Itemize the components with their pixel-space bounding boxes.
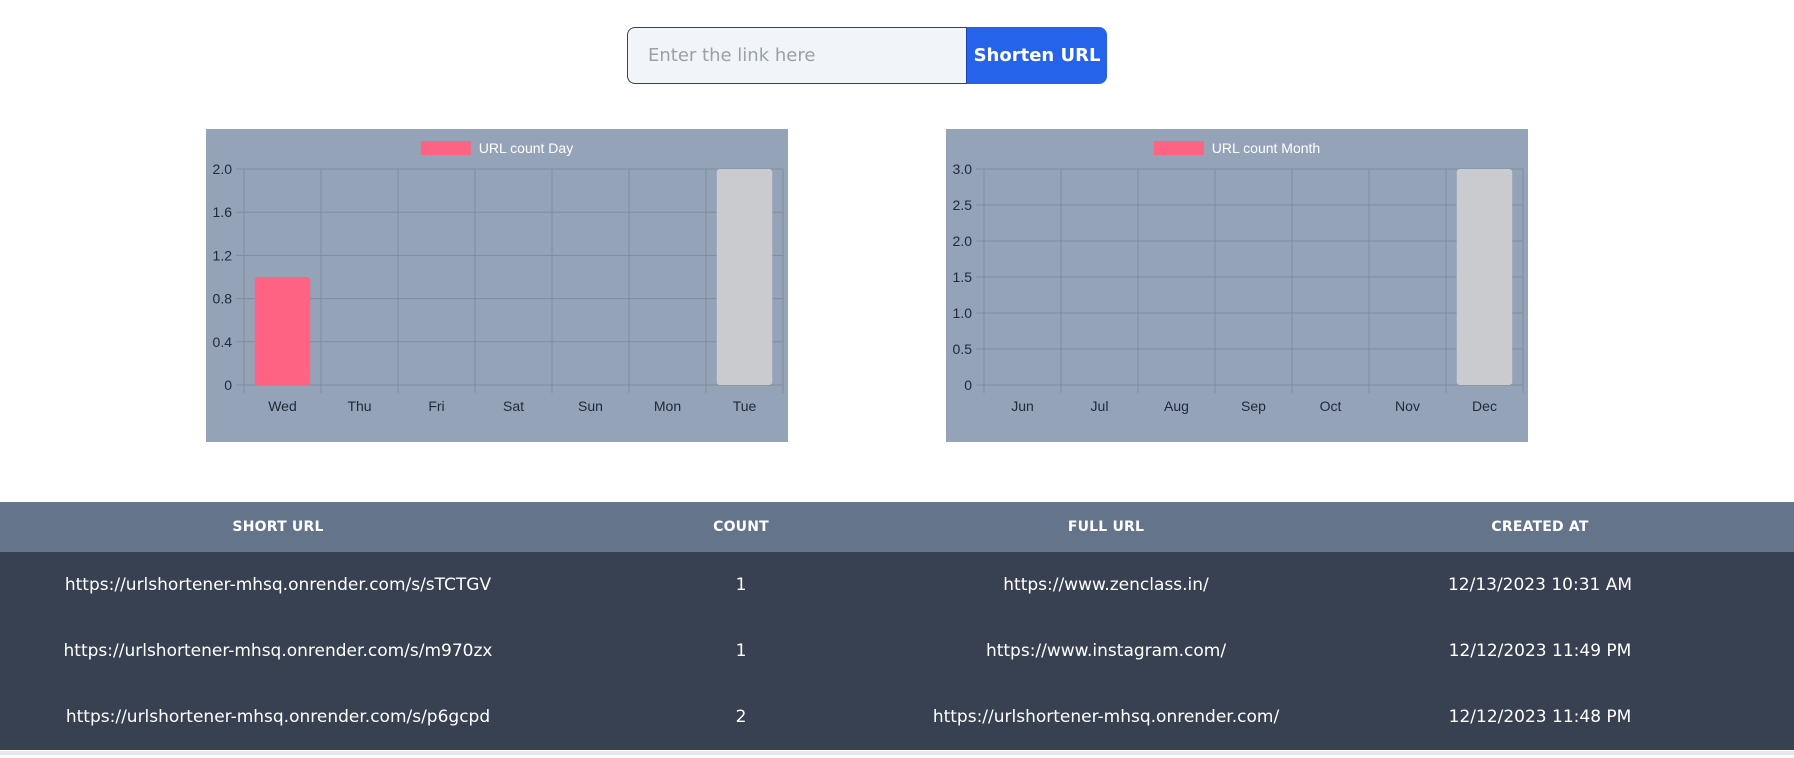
x-tick-label: Wed bbox=[268, 398, 297, 414]
y-tick-label: 0 bbox=[224, 377, 232, 393]
cell-created-at: 12/12/2023 11:48 PM bbox=[1448, 707, 1632, 727]
cell-full-url[interactable]: https://urlshortener-mhsq.onrender.com/ bbox=[926, 684, 1286, 750]
legend-swatch bbox=[420, 141, 471, 155]
x-tick-label: Tue bbox=[733, 398, 757, 414]
header-short-url: SHORT URL bbox=[232, 519, 324, 535]
x-tick-label: Nov bbox=[1395, 398, 1420, 414]
x-tick-label: Jun bbox=[1011, 398, 1034, 414]
cell-count: 1 bbox=[735, 575, 747, 595]
url-table-header: SHORT URL COUNT FULL URL CREATED AT bbox=[0, 502, 1794, 552]
x-tick-label: Fri bbox=[428, 398, 444, 414]
legend-swatch bbox=[1153, 141, 1204, 155]
x-tick-label: Thu bbox=[347, 398, 371, 414]
shorten-form: Shorten URL bbox=[627, 27, 1107, 84]
y-tick-label: 1.0 bbox=[953, 305, 973, 321]
cell-short-url[interactable]: https://urlshortener-mhsq.onrender.com/s… bbox=[0, 552, 556, 618]
x-tick-label: Aug bbox=[1164, 398, 1189, 414]
cell-created-at: 12/13/2023 10:31 AM bbox=[1447, 575, 1633, 595]
table-row: https://urlshortener-mhsq.onrender.com/s… bbox=[0, 618, 1794, 684]
cell-short-url[interactable]: https://urlshortener-mhsq.onrender.com/s… bbox=[0, 684, 556, 750]
app-root: Shorten URL URL count Day 0 0.4 0.8 1.2 1.6 2.… bbox=[0, 0, 1794, 758]
bar-tue bbox=[716, 169, 773, 385]
y-tick-label: 2.0 bbox=[953, 233, 973, 249]
y-tick-label: 0 bbox=[964, 377, 972, 393]
url-table-body: https://urlshortener-mhsq.onrender.com/s… bbox=[0, 552, 1794, 750]
shorten-url-button[interactable]: Shorten URL bbox=[966, 27, 1107, 84]
header-full-url: FULL URL bbox=[1067, 519, 1145, 535]
y-tick-label: 1.6 bbox=[213, 204, 233, 220]
page-bottom-divider bbox=[0, 751, 1794, 755]
legend-label: URL count Day bbox=[479, 140, 573, 156]
cell-count: 2 bbox=[735, 707, 747, 727]
cell-full-url[interactable]: https://www.instagram.com/ bbox=[926, 618, 1286, 684]
cell-short-url[interactable]: https://urlshortener-mhsq.onrender.com/s… bbox=[0, 618, 556, 684]
header-count: COUNT bbox=[713, 519, 769, 535]
y-tick-label: 0.4 bbox=[213, 334, 233, 350]
y-tick-label: 3.0 bbox=[953, 161, 973, 177]
x-tick-label: Sat bbox=[503, 398, 524, 414]
cell-created-at: 12/12/2023 11:49 PM bbox=[1448, 641, 1632, 661]
y-tick-label: 2.0 bbox=[213, 161, 233, 177]
y-tick-label: 0.8 bbox=[213, 291, 233, 307]
url-table-header-row: SHORT URL COUNT FULL URL CREATED AT bbox=[0, 502, 1794, 552]
cell-full-url[interactable]: https://www.zenclass.in/ bbox=[926, 552, 1286, 618]
bar-wed bbox=[254, 277, 311, 385]
link-input[interactable] bbox=[627, 27, 966, 84]
legend-label: URL count Month bbox=[1212, 140, 1320, 156]
y-tick-label: 1.2 bbox=[213, 247, 233, 263]
x-tick-label: Mon bbox=[654, 398, 681, 414]
bar-dec bbox=[1456, 169, 1513, 385]
table-row: https://urlshortener-mhsq.onrender.com/s… bbox=[0, 552, 1794, 618]
y-tick-label: 2.5 bbox=[953, 197, 973, 213]
x-tick-label: Dec bbox=[1472, 398, 1497, 414]
cell-count: 1 bbox=[735, 641, 747, 661]
x-tick-label: Jul bbox=[1091, 398, 1109, 414]
url-count-day-chart-svg: URL count Day 0 0.4 0.8 1.2 1.6 2.0 Wed Thu Fri Sa… bbox=[213, 140, 784, 414]
x-tick-label: Oct bbox=[1320, 398, 1342, 414]
url-table: SHORT URL COUNT FULL URL CREATED AT http… bbox=[0, 502, 1794, 750]
url-count-day-chart: URL count Day 0 0.4 0.8 1.2 1.6 2.0 Wed Thu Fri Sa… bbox=[206, 129, 788, 442]
table-row: https://urlshortener-mhsq.onrender.com/s… bbox=[0, 684, 1794, 750]
y-tick-label: 0.5 bbox=[953, 341, 973, 357]
x-tick-label: Sep bbox=[1241, 398, 1266, 414]
y-tick-label: 1.5 bbox=[953, 269, 973, 285]
header-created-at: CREATED AT bbox=[1491, 519, 1589, 535]
x-tick-label: Sun bbox=[578, 398, 603, 414]
url-count-month-chart: URL count Month 0 0.5 1.0 1.5 2.0 2.5 3.0 Jun Jul… bbox=[946, 129, 1528, 442]
url-count-month-chart-svg: URL count Month 0 0.5 1.0 1.5 2.0 2.5 3.0 Jun Jul… bbox=[953, 140, 1524, 414]
